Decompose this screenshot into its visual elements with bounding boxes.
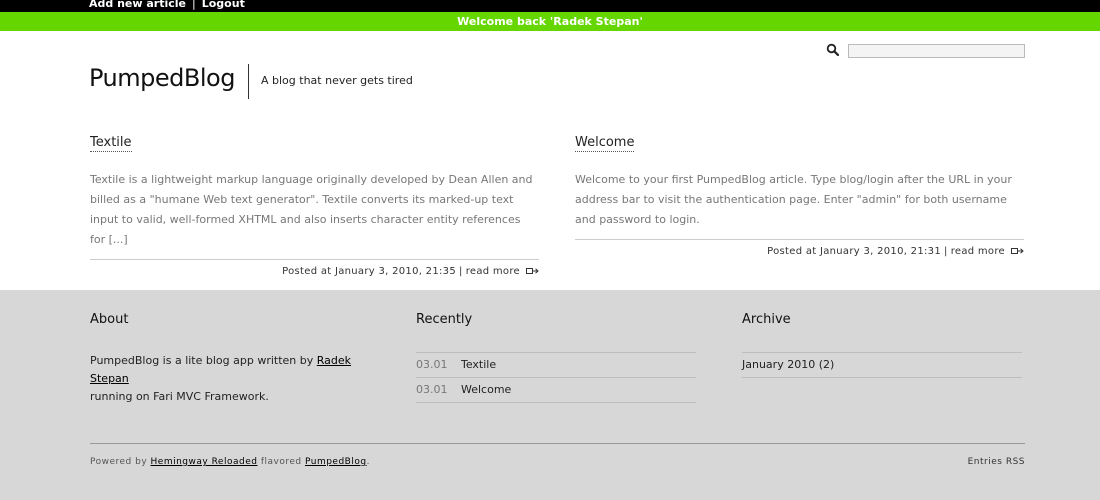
read-more-arrow-icon[interactable] bbox=[1011, 247, 1024, 255]
post-meta: Posted at January 3, 2010, 21:35 | read mo… bbox=[90, 259, 539, 279]
post-date: Posted at January 3, 2010, 21:31 bbox=[767, 246, 942, 257]
recently-heading: Recently bbox=[416, 312, 473, 327]
post-welcome: Welcome Welcome to your first PumpedBlog… bbox=[575, 131, 1024, 259]
footer-about: About PumpedBlog is a lite blog app writ… bbox=[90, 312, 371, 406]
site-title[interactable]: PumpedBlog bbox=[89, 63, 235, 93]
footer-divider bbox=[90, 443, 1025, 444]
footer-recently: Recently 03.01 Textile 03.01 Welcome bbox=[416, 312, 697, 403]
recent-list: 03.01 Textile 03.01 Welcome bbox=[416, 352, 696, 403]
archive-item[interactable]: January 2010 (2) bbox=[742, 353, 1022, 378]
app-link[interactable]: PumpedBlog bbox=[305, 457, 367, 467]
recent-date: 03.01 bbox=[416, 383, 448, 396]
recent-date: 03.01 bbox=[416, 358, 448, 371]
about-text: PumpedBlog is a lite blog app written by… bbox=[90, 354, 352, 403]
footer-archive: Archive January 2010 (2) bbox=[742, 312, 1023, 378]
header-divider bbox=[248, 64, 249, 99]
post-meta: Posted at January 3, 2010, 21:31 | read mo… bbox=[575, 239, 1024, 259]
search-icon[interactable] bbox=[826, 43, 840, 57]
recent-title[interactable]: Welcome bbox=[461, 383, 511, 396]
archive-list: January 2010 (2) bbox=[742, 352, 1022, 378]
entries-rss-link[interactable]: Entries RSS bbox=[968, 456, 1025, 468]
credits: Powered by Hemingway Reloaded flavored P… bbox=[90, 457, 370, 467]
post-title[interactable]: Welcome bbox=[575, 134, 635, 152]
post-date: Posted at January 3, 2010, 21:35 bbox=[282, 266, 457, 277]
post-excerpt: Welcome to your first PumpedBlog article… bbox=[575, 173, 1012, 226]
search-input[interactable] bbox=[848, 44, 1025, 58]
about-heading: About bbox=[90, 312, 129, 327]
admin-bar: Add new article | Logout bbox=[0, 0, 1100, 12]
post-excerpt: Textile is a lightweight markup language… bbox=[90, 173, 533, 246]
read-more-arrow-icon[interactable] bbox=[526, 267, 539, 275]
add-article-link[interactable]: Add new article bbox=[89, 0, 186, 10]
list-item[interactable]: 03.01 Welcome bbox=[416, 378, 696, 403]
list-item[interactable]: 03.01 Textile bbox=[416, 353, 696, 378]
post-title[interactable]: Textile bbox=[90, 134, 132, 152]
footer: About PumpedBlog is a lite blog app writ… bbox=[0, 290, 1100, 500]
theme-link[interactable]: Hemingway Reloaded bbox=[151, 457, 258, 467]
read-more-link[interactable]: read more bbox=[466, 266, 520, 277]
welcome-banner: Welcome back 'Radek Stepan' bbox=[0, 12, 1100, 31]
post-textile: Textile Textile is a lightweight markup … bbox=[90, 131, 539, 279]
admin-links-separator: | bbox=[192, 0, 196, 10]
read-more-link[interactable]: read more bbox=[951, 246, 1005, 257]
admin-links: Add new article | Logout bbox=[89, 0, 245, 11]
site-tagline: A blog that never gets tired bbox=[261, 74, 413, 87]
recent-title[interactable]: Textile bbox=[461, 358, 496, 371]
archive-heading: Archive bbox=[742, 312, 791, 327]
logout-link[interactable]: Logout bbox=[202, 0, 245, 10]
